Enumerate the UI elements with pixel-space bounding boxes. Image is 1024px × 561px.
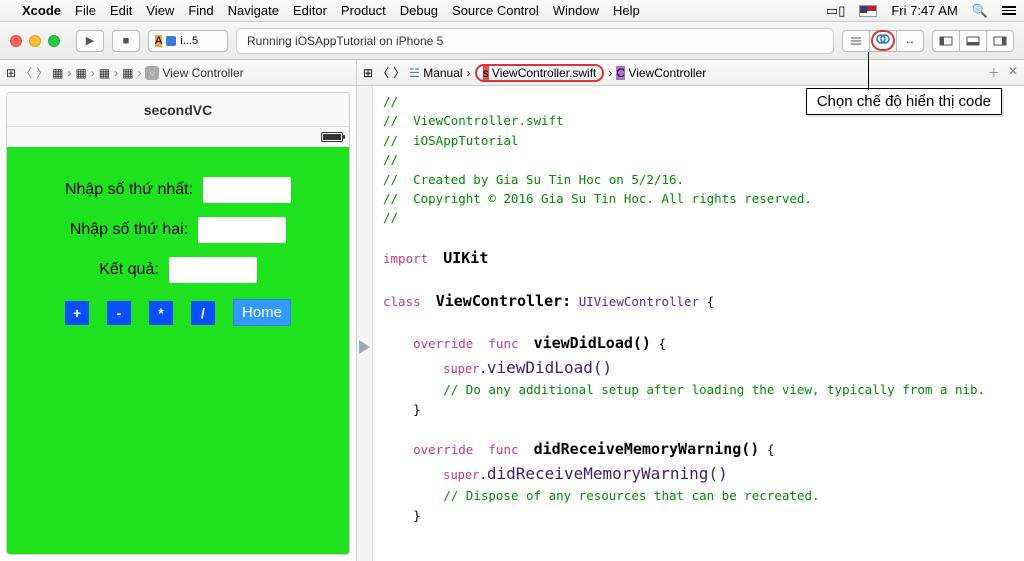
minimize-window-button[interactable] [29,35,41,47]
split-icon: ☱ [409,66,420,80]
menu-edit[interactable]: Edit [110,3,132,18]
back-button[interactable]: 〈 [20,64,32,81]
screen-share-icon[interactable]: ▭▯ [826,3,845,19]
editor-gutter [357,86,373,561]
jump-mode-manual[interactable]: ☱ Manual [409,66,462,80]
jump-seg[interactable]: ▦ [122,66,133,80]
jump-seg[interactable]: ▦ [52,66,63,80]
home-button[interactable]: Home [233,299,291,326]
menu-find[interactable]: Find [188,3,213,18]
close-editor-button[interactable]: ✕ [1008,64,1018,81]
ib-canvas[interactable]: secondVC Nhập số thứ nhất: Nhập số thứ h… [0,86,356,561]
macos-menubar: Xcode File Edit View Find Navigate Edito… [0,0,1024,22]
close-window-button[interactable] [10,35,22,47]
label-second-number: Nhập số thứ hai: [70,221,188,239]
label-first-number: Nhập số thứ nhất: [65,181,193,199]
menu-source-control[interactable]: Source Control [452,3,539,18]
scene-icon: ○ [145,66,159,80]
menu-navigate[interactable]: Navigate [228,3,279,18]
app-menu[interactable]: Xcode [22,3,61,18]
jump-seg[interactable]: ▦ [75,66,86,80]
scene-title: secondVC [7,93,349,127]
left-jump-bar[interactable]: ⊞ 〈 〉 ▦ › ▦ › ▦ › ▦ › ○ View Controller [0,60,357,86]
view-content[interactable]: Nhập số thứ nhất: Nhập số thứ hai: Kết q… [7,147,349,554]
back-button[interactable]: 〈 [377,64,389,81]
forward-button[interactable]: 〉 [36,64,48,81]
zoom-window-button[interactable] [48,35,60,47]
toggle-navigator-button[interactable] [932,30,960,52]
input-source-flag-icon[interactable] [859,5,877,17]
class-icon: C [616,66,625,80]
spotlight-icon[interactable]: 🔍 [972,3,988,19]
jump-class[interactable]: C ViewController [616,66,706,80]
device-icon [166,36,176,46]
menu-file[interactable]: File [75,3,96,18]
input-first-number[interactable] [203,177,291,203]
annotation-box: Chọn chế độ hiển thị code [806,88,1002,115]
standard-editor-button[interactable] [842,30,870,52]
toggle-utilities-button[interactable] [986,30,1014,52]
menu-view[interactable]: View [146,3,174,18]
code-editor-pane: // // ViewController.swift // iOSAppTuto… [357,86,1024,561]
forward-button[interactable]: 〉 [393,64,405,81]
storyboard-scene[interactable]: secondVC Nhập số thứ nhất: Nhập số thứ h… [6,92,350,555]
menu-help[interactable]: Help [613,3,640,18]
status-text: Running iOSAppTutorial on iPhone 5 [247,34,443,48]
toggle-debug-area-button[interactable] [959,30,987,52]
version-editor-button[interactable]: ↔ [896,30,924,52]
jump-seg[interactable]: ▦ [99,66,110,80]
code-text[interactable]: // // ViewController.swift // iOSAppTuto… [373,86,1024,561]
window-traffic-lights[interactable] [10,35,60,47]
code-editor[interactable]: // // ViewController.swift // iOSAppTuto… [357,86,1024,561]
interface-builder-pane: secondVC Nhập số thứ nhất: Nhập số thứ h… [0,86,357,561]
swift-file-icon: s [483,66,489,80]
battery-icon [321,132,343,142]
main-split: secondVC Nhập số thứ nhất: Nhập số thứ h… [0,86,1024,561]
plus-button[interactable]: + [65,301,89,325]
execution-pointer-icon [359,340,370,354]
add-editor-button[interactable]: ＋ [988,64,1000,81]
activity-status: Running iOSAppTutorial on iPhone 5 [236,28,834,54]
label-result: Kết quả: [99,261,159,279]
jump-item-viewcontroller[interactable]: ○ View Controller [145,66,243,80]
multiply-button[interactable]: * [149,301,173,325]
input-second-number[interactable] [198,217,286,243]
xcode-toolbar: ▶ ■ A i...5 Running iOSAppTutorial on iP… [0,22,1024,60]
related-items-icon[interactable]: ⊞ [363,66,373,80]
menubar-clock[interactable]: Fri 7:47 AM [891,3,957,18]
input-result[interactable] [169,257,257,283]
app-target-icon: A [155,35,162,47]
editor-jump-bar[interactable]: ⊞ 〈 〉 ☱ Manual › s ViewController.swift … [357,60,1024,86]
assistant-editor-button[interactable] [869,30,897,52]
scheme-label: i...5 [180,35,198,47]
jump-file[interactable]: s ViewController.swift [475,64,605,82]
editor-mode-segment[interactable]: ↔ [842,30,924,52]
menu-window[interactable]: Window [553,3,599,18]
annotation-connector [868,52,869,90]
menu-editor[interactable]: Editor [293,3,327,18]
minus-button[interactable]: - [107,301,131,325]
stop-button[interactable]: ■ [112,30,140,52]
simulated-status-bar [7,127,349,147]
run-button[interactable]: ▶ [76,30,104,52]
related-items-icon[interactable]: ⊞ [6,66,16,80]
panel-visibility-segment[interactable] [932,30,1014,52]
menu-product[interactable]: Product [341,3,386,18]
menu-debug[interactable]: Debug [400,3,438,18]
notification-center-icon[interactable] [1002,6,1016,15]
scheme-selector[interactable]: A i...5 [148,30,228,52]
divide-button[interactable]: / [191,301,215,325]
annotation-text: Chọn chế độ hiển thị code [817,93,991,110]
